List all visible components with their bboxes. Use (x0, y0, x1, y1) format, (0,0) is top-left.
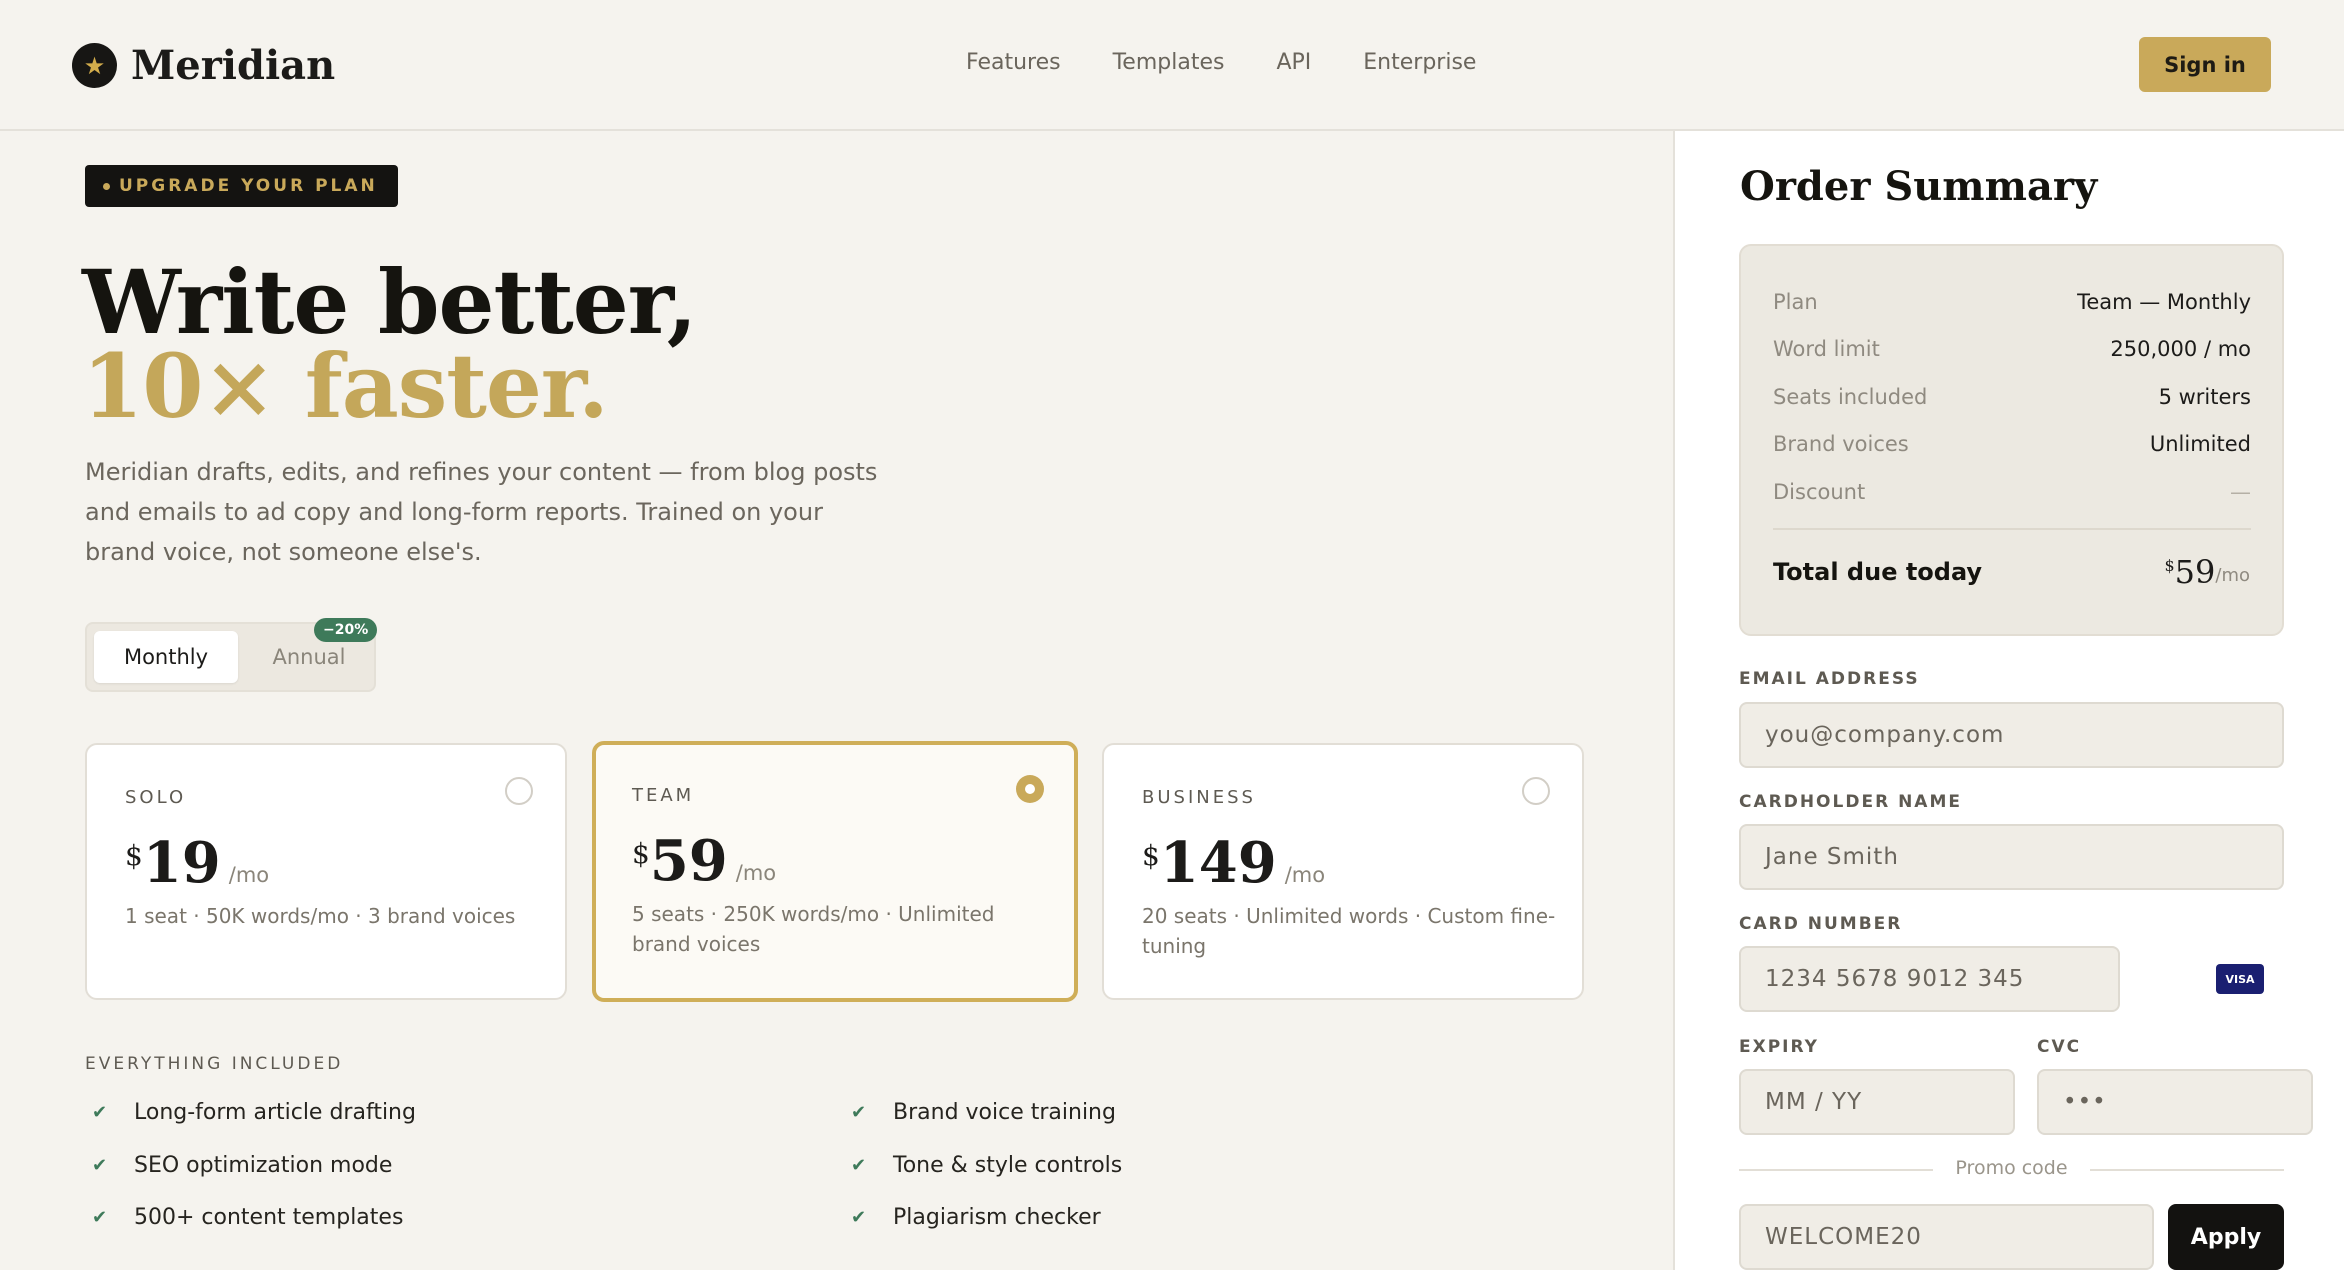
check-icon: ✔ (851, 1102, 867, 1123)
cvc-label: CVC (2037, 1037, 2082, 1057)
total-period: /mo (2215, 565, 2250, 586)
plan-price: $ 149 /mo (1142, 835, 1325, 891)
summary-row-word-limit: Word limit 250,000 / mo (1773, 337, 2251, 361)
cvc-field[interactable]: ••• (2037, 1069, 2313, 1135)
summary-label: Discount (1773, 480, 1866, 504)
promo-divider-right (2090, 1169, 2284, 1171)
summary-label: Word limit (1773, 337, 1880, 361)
included-section-title: EVERYTHING INCLUDED (85, 1054, 344, 1074)
apply-promo-button[interactable]: Apply (2168, 1204, 2284, 1270)
plan-radio[interactable] (505, 777, 533, 805)
price-period: /mo (1284, 863, 1326, 887)
plan-card-business[interactable]: BUSINESS $ 149 /mo 20 seats · Unlimited … (1102, 743, 1584, 1000)
feature-item: ✔ Long-form article drafting (92, 1100, 416, 1125)
summary-row-brand-voices: Brand voices Unlimited (1773, 432, 2251, 456)
summary-value: — (2230, 480, 2251, 504)
feature-item: ✔ Tone & style controls (851, 1153, 1122, 1178)
feature-item: ✔ SEO optimization mode (92, 1153, 392, 1178)
nav-link-api[interactable]: API (1276, 50, 1311, 75)
email-field[interactable]: you@company.com (1739, 702, 2284, 768)
billing-monthly-option[interactable]: Monthly (94, 631, 238, 683)
plan-radio-selected[interactable] (1016, 775, 1044, 803)
summary-value: 5 writers (2158, 385, 2251, 409)
visa-card-icon: VISA (2216, 964, 2264, 994)
nav-link-features[interactable]: Features (966, 50, 1061, 75)
plan-name: TEAM (632, 785, 695, 806)
summary-value: 250,000 / mo (2110, 337, 2251, 361)
check-icon: ✔ (92, 1207, 108, 1228)
headline-line-2: 10× faster. (82, 334, 609, 438)
feature-label: 500+ content templates (134, 1205, 404, 1230)
nav-link-templates[interactable]: Templates (1113, 50, 1225, 75)
summary-label: Seats included (1773, 385, 1928, 409)
price-amount: 19 (142, 830, 221, 896)
expiry-label: EXPIRY (1739, 1037, 1819, 1057)
summary-label: Brand voices (1773, 432, 1909, 456)
check-icon: ✔ (92, 1102, 108, 1123)
summary-row-seats: Seats included 5 writers (1773, 385, 2251, 409)
headline-line-1: Write better, (82, 250, 697, 354)
price-currency: $ (632, 837, 650, 870)
total-due-value: $ 59 /mo (2164, 553, 2250, 591)
plan-description: 20 seats · Unlimited words · Custom fine… (1142, 904, 1556, 958)
plan-radio[interactable] (1522, 777, 1550, 805)
price-period: /mo (735, 861, 777, 885)
feature-item: ✔ Plagiarism checker (851, 1205, 1101, 1230)
sign-in-button[interactable]: Sign in (2139, 37, 2271, 92)
summary-row-plan: Plan Team — Monthly (1773, 290, 2251, 314)
main-nav: Features Templates API Enterprise (966, 50, 1476, 75)
logo[interactable]: ★ Meridian (72, 42, 335, 89)
nav-link-enterprise[interactable]: Enterprise (1363, 50, 1476, 75)
annual-discount-badge: −20% (314, 618, 378, 642)
star-logo-icon: ★ (72, 43, 117, 88)
plan-name: BUSINESS (1142, 787, 1256, 808)
total-due-label: Total due today (1773, 558, 1983, 586)
cardholder-name-label: CARDHOLDER NAME (1739, 792, 1962, 812)
price-period: /mo (228, 863, 270, 887)
cardholder-name-field[interactable]: Jane Smith (1739, 824, 2284, 890)
plan-price: $ 19 /mo (125, 835, 269, 891)
feature-label: Long-form article drafting (134, 1100, 416, 1125)
summary-value: Unlimited (2149, 432, 2251, 456)
card-number-label: CARD NUMBER (1739, 914, 1903, 934)
total-currency: $ (2164, 556, 2175, 575)
check-icon: ✔ (851, 1207, 867, 1228)
intro-paragraph: Meridian drafts, edits, and refines your… (85, 458, 878, 566)
feature-label: SEO optimization mode (134, 1153, 393, 1178)
order-summary-title: Order Summary (1740, 163, 2098, 210)
plan-description: 5 seats · 250K words/mo · Unlimited bran… (632, 902, 995, 956)
summary-row-discount: Discount — (1773, 480, 2251, 504)
promo-code-label: Promo code (1955, 1157, 2068, 1179)
promo-divider-left (1739, 1169, 1933, 1171)
upgrade-plan-eyebrow: UPGRADE YOUR PLAN (85, 165, 398, 207)
plan-card-team[interactable]: TEAM $ 59 /mo 5 seats · 250K words/mo · … (592, 741, 1078, 1002)
summary-value: Team — Monthly (2077, 290, 2251, 314)
plan-price: $ 59 /mo (632, 833, 776, 889)
price-amount: 59 (649, 828, 728, 894)
price-amount: 149 (1159, 830, 1277, 896)
plan-card-solo[interactable]: SOLO $ 19 /mo 1 seat · 50K words/mo · 3 … (85, 743, 567, 1000)
check-icon: ✔ (92, 1155, 108, 1176)
order-summary-card: Plan Team — Monthly Word limit 250,000 /… (1739, 244, 2284, 636)
check-icon: ✔ (851, 1155, 867, 1176)
card-number-field[interactable]: 1234 5678 9012 345 (1739, 946, 2120, 1012)
summary-divider (1773, 528, 2251, 530)
summary-label: Plan (1773, 290, 1818, 314)
feature-label: Plagiarism checker (893, 1205, 1101, 1230)
price-currency: $ (125, 839, 143, 872)
feature-item: ✔ 500+ content templates (92, 1205, 403, 1230)
promo-code-field[interactable]: WELCOME20 (1739, 1204, 2154, 1270)
feature-label: Tone & style controls (893, 1153, 1123, 1178)
total-amount: 59 (2174, 553, 2216, 591)
price-currency: $ (1142, 839, 1160, 872)
logo-text: Meridian (131, 42, 336, 89)
feature-item: ✔ Brand voice training (851, 1100, 1116, 1125)
feature-label: Brand voice training (893, 1100, 1116, 1125)
plan-name: SOLO (125, 787, 187, 808)
expiry-field[interactable]: MM / YY (1739, 1069, 2015, 1135)
top-navbar: ★ Meridian Features Templates API Enterp… (0, 0, 2344, 131)
plan-description: 1 seat · 50K words/mo · 3 brand voices (125, 904, 516, 928)
email-label: EMAIL ADDRESS (1739, 669, 1920, 689)
